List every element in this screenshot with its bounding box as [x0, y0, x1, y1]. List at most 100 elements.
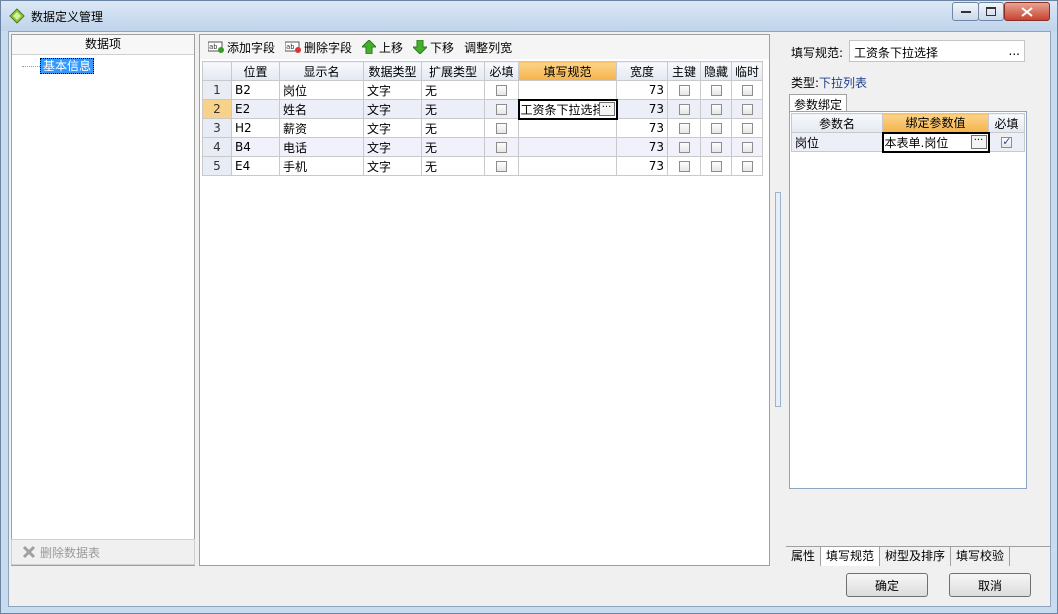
col-header-param-required[interactable]: 必填 — [988, 113, 1025, 133]
hidden-checkbox[interactable] — [710, 161, 722, 172]
maximize-button[interactable] — [978, 2, 1004, 21]
tab-fill-rule[interactable]: 填写规范 — [821, 547, 881, 566]
cell-position[interactable]: B2 — [231, 80, 280, 100]
temp-checkbox[interactable] — [741, 123, 753, 134]
table-row[interactable]: 3 H2 薪资 文字 无 73 — [202, 118, 764, 138]
primary-key-checkbox[interactable] — [678, 85, 690, 96]
cell-ext-type[interactable]: 无 — [421, 118, 485, 138]
cell-display-name[interactable]: 电话 — [279, 137, 364, 157]
cell-ext-type[interactable]: 无 — [421, 80, 485, 100]
cell-position[interactable]: E2 — [231, 99, 280, 119]
cell-required[interactable] — [484, 80, 519, 100]
col-header-data-type[interactable]: 数据类型 — [363, 61, 422, 81]
required-checkbox[interactable] — [495, 104, 507, 115]
param-value-editor[interactable]: 本表单.岗位 ··· — [881, 131, 990, 153]
col-header-bind-value[interactable]: 绑定参数值 — [882, 113, 989, 133]
param-name-cell[interactable]: 岗位 — [791, 132, 883, 152]
cell-temp[interactable] — [731, 80, 764, 100]
temp-checkbox[interactable] — [741, 85, 753, 96]
col-header-ext-type[interactable]: 扩展类型 — [421, 61, 485, 81]
col-header-param-name[interactable]: 参数名 — [791, 113, 883, 133]
cell-primary-key[interactable] — [667, 137, 701, 157]
cell-primary-key[interactable] — [667, 99, 701, 119]
add-field-button[interactable]: ab 添加字段 — [208, 39, 275, 56]
cell-primary-key[interactable] — [667, 156, 701, 176]
col-header-display-name[interactable]: 显示名 — [279, 61, 364, 81]
col-header-primary-key[interactable]: 主键 — [667, 61, 701, 81]
cell-primary-key[interactable] — [667, 118, 701, 138]
table-row[interactable]: 4 B4 电话 文字 无 73 — [202, 137, 764, 157]
cell-width[interactable]: 73 — [616, 156, 668, 176]
cell-ext-type[interactable]: 无 — [421, 156, 485, 176]
required-checkbox[interactable] — [496, 161, 507, 172]
cell-hidden[interactable] — [699, 137, 733, 157]
param-required-checkbox[interactable] — [1001, 135, 1013, 148]
cell-required[interactable] — [484, 118, 519, 138]
cell-data-type[interactable]: 文字 — [363, 118, 422, 138]
primary-key-checkbox[interactable] — [678, 104, 690, 115]
cell-ext-type[interactable]: 无 — [421, 137, 485, 157]
cell-ext-type[interactable]: 无 — [421, 99, 485, 119]
primary-key-checkbox[interactable] — [678, 142, 690, 153]
temp-checkbox[interactable] — [741, 142, 753, 153]
col-header-width[interactable]: 宽度 — [616, 61, 668, 81]
panel-splitter[interactable] — [775, 192, 781, 407]
cell-temp[interactable] — [731, 118, 764, 138]
col-header-position[interactable]: 位置 — [231, 61, 280, 81]
cell-fill-rule[interactable] — [518, 118, 617, 138]
table-row[interactable]: 1 B2 岗位 文字 无 73 — [202, 80, 764, 100]
primary-key-checkbox[interactable] — [678, 161, 690, 172]
cell-data-type[interactable]: 文字 — [363, 137, 422, 157]
hidden-checkbox[interactable] — [710, 85, 722, 96]
cell-hidden[interactable] — [699, 99, 733, 119]
param-value-text[interactable]: 本表单.岗位 — [885, 134, 949, 151]
param-required-cell[interactable] — [988, 132, 1025, 152]
cell-hidden[interactable] — [699, 156, 733, 176]
cell-position[interactable]: B4 — [231, 137, 280, 157]
param-row[interactable]: 岗位 本表单.岗位 ··· — [791, 131, 1025, 153]
fill-rule-field[interactable]: 工资条下拉选择 ... — [849, 40, 1025, 62]
tab-attributes[interactable]: 属性 — [786, 547, 822, 566]
ok-button[interactable]: 确定 — [846, 573, 928, 597]
fill-rule-ellipsis-button[interactable]: ... — [1009, 44, 1020, 58]
required-checkbox[interactable] — [496, 142, 507, 153]
cell-display-name[interactable]: 岗位 — [279, 80, 364, 100]
adjust-width-button[interactable]: 调整列宽 — [464, 39, 512, 56]
temp-checkbox[interactable] — [741, 161, 753, 172]
cell-data-type[interactable]: 文字 — [363, 80, 422, 100]
fill-rule-browse-button[interactable]: ··· — [598, 102, 615, 116]
col-header-temp[interactable]: 临时 — [731, 61, 764, 81]
hidden-checkbox[interactable] — [710, 142, 722, 153]
cell-temp[interactable] — [731, 156, 764, 176]
cell-hidden[interactable] — [699, 80, 733, 100]
cell-display-name[interactable]: 手机 — [279, 156, 364, 176]
tree-node-basic-info[interactable]: 基本信息 — [40, 58, 95, 74]
cell-hidden[interactable] — [699, 118, 733, 138]
required-checkbox[interactable] — [496, 85, 507, 96]
cell-required[interactable] — [484, 137, 519, 157]
cell-display-name[interactable]: 姓名 — [279, 99, 364, 119]
cell-width[interactable]: 73 — [616, 80, 668, 100]
cell-fill-rule-editor[interactable]: 工资条下拉选择 ··· — [517, 98, 618, 120]
cell-width[interactable]: 73 — [616, 137, 668, 157]
cell-position[interactable]: E4 — [231, 156, 280, 176]
table-row-selected[interactable]: 2 E2 姓名 文字 无 工资条下拉选择 ··· 73 — [202, 98, 764, 120]
col-header-hidden[interactable]: 隐藏 — [699, 61, 733, 81]
hidden-checkbox[interactable] — [710, 123, 722, 134]
tab-param-binding[interactable]: 参数绑定 — [789, 94, 848, 112]
minimize-button[interactable] — [952, 2, 979, 21]
cell-width[interactable]: 73 — [616, 99, 668, 119]
move-up-button[interactable]: 上移 — [362, 39, 403, 56]
cell-primary-key[interactable] — [667, 80, 701, 100]
cell-temp[interactable] — [731, 137, 764, 157]
cell-data-type[interactable]: 文字 — [363, 99, 422, 119]
temp-checkbox[interactable] — [741, 104, 753, 115]
cell-temp[interactable] — [731, 99, 764, 119]
table-row[interactable]: 5 E4 手机 文字 无 73 — [202, 156, 764, 176]
cell-required[interactable] — [484, 156, 519, 176]
title-bar[interactable]: 数据定义管理 — [1, 1, 1057, 31]
param-value-browse-button[interactable]: ··· — [970, 135, 987, 149]
tab-fill-validation[interactable]: 填写校验 — [951, 547, 1011, 566]
col-header-fill-rule[interactable]: 填写规范 — [518, 61, 617, 81]
cell-display-name[interactable]: 薪资 — [279, 118, 364, 138]
